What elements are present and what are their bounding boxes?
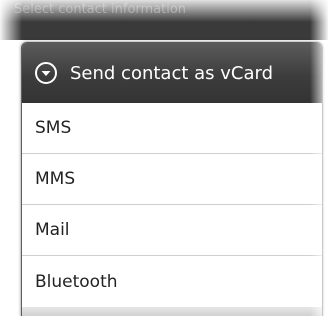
screen: Select contact information Send contact … (0, 0, 328, 316)
send-contact-dialog: Send contact as vCard SMS MMS Mail Bluet… (21, 42, 323, 316)
menu-item-mms[interactable]: MMS (22, 154, 322, 205)
background-title: Select contact information (14, 2, 187, 17)
dialog-bottom-edge (22, 307, 322, 316)
share-options-list: SMS MMS Mail Bluetooth (22, 103, 322, 307)
menu-item-bluetooth[interactable]: Bluetooth (22, 256, 322, 307)
menu-item-sms[interactable]: SMS (22, 103, 322, 154)
chevron-down-circle-icon (34, 61, 58, 85)
background-app-bar: Select contact information (0, 0, 328, 40)
dialog-title: Send contact as vCard (70, 62, 274, 84)
dialog-header: Send contact as vCard (22, 43, 322, 103)
menu-item-mail[interactable]: Mail (22, 205, 322, 256)
